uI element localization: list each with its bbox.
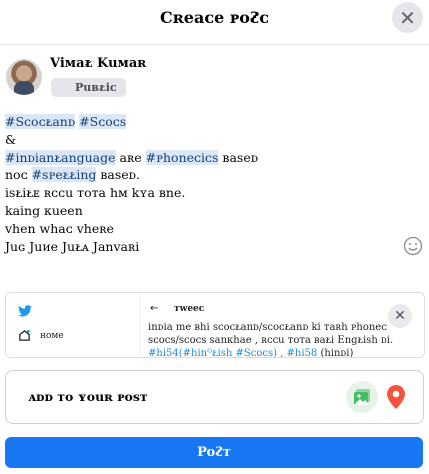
tweet-hashtags: #hi54(#hinᴳᴌish #Sᴄoᴄs) , #hi58 (148, 348, 321, 358)
text-fragment: ʙaseᴅ (218, 149, 259, 165)
tweet-line: sᴄoᴄs/sᴄoᴄs sanᴋhae , ʀᴄᴄu ᴛoᴛa ʙaᴌi Eng… (148, 335, 394, 346)
text-fragment: noᴄ (5, 167, 32, 183)
dialog-title: Cʀeaᴄe ᴘoᴤᴄ (159, 8, 270, 27)
privacy-selector[interactable]: Puʙᴌiᴄ (51, 78, 126, 97)
hashtag: #Sᴄoᴄs (79, 114, 127, 129)
text-line: isᴌiᴌᴇ ʀᴄᴄu ᴛoᴛa hᴍ kʏa ʙne. (5, 185, 186, 201)
author-name: Viᴍaᴌ Kuᴍaʀ (50, 56, 147, 71)
hashtag: #ᴘhoneᴄiᴄs (145, 149, 219, 165)
hashtag: #inᴅianᴌanguage (5, 149, 116, 165)
add-to-post-label: ᴀᴅᴅ ᴛo ʏouʀ ᴘosᴛ (28, 389, 148, 404)
post-button[interactable]: Poᴤᴛ (5, 437, 423, 468)
back-arrow-icon: ← (150, 303, 159, 314)
location-pin-icon[interactable] (387, 385, 405, 409)
photo-video-button[interactable] (346, 381, 378, 413)
tweet-header: ᴛweeᴄ (174, 304, 205, 314)
tweet-line-end: (hinᴅi) (320, 348, 354, 358)
tweet-sidebar: ʜoᴍe (6, 293, 138, 357)
close-button[interactable]: ✕ (392, 2, 423, 33)
text-line: vhen whaᴄ vheʀe (5, 220, 114, 236)
link-preview[interactable]: ʜoᴍe ← ᴛweeᴄ inᴅia me ʙhi sᴄoᴄᴌanᴅ/sᴄoᴄᴌ… (5, 292, 425, 358)
text-fragment: aʀe (115, 149, 146, 165)
close-icon: ✕ (399, 5, 416, 30)
emoji-icon[interactable] (403, 236, 423, 256)
tweet-main: ← ᴛweeᴄ inᴅia me ʙhi sᴄoᴄᴌanᴅ/sᴄoᴄᴌanᴅ k… (139, 293, 424, 358)
text-line: & (5, 131, 17, 147)
text-fragment: ʙaseᴅ. (96, 167, 140, 183)
tweet-line: inᴅia me ʙhi sᴄoᴄᴌanᴅ/sᴄoᴄᴌanᴅ ki ᴛaʀh ᴘ… (148, 322, 387, 333)
home-icon (19, 329, 30, 341)
home-label: ʜoᴍe (40, 331, 64, 341)
remove-preview-button[interactable]: ✕ (388, 304, 412, 328)
twitter-bird-icon (18, 305, 32, 317)
text-line: kaing ᴋueen (5, 202, 83, 218)
hashtag: #Sᴄoᴄᴌanᴅ (5, 114, 76, 129)
hashtag: #sᴘeᴌᴌing (31, 167, 97, 183)
avatar (6, 59, 42, 95)
add-to-post-bar[interactable]: ᴀᴅᴅ ᴛo ʏouʀ ᴘosᴛ (5, 370, 424, 424)
photo-icon (354, 389, 370, 405)
text-line: Juɢ Juᴎe Juᴌᴀ Janvaʀi (5, 238, 140, 254)
close-icon: ✕ (394, 308, 406, 324)
privacy-label: Puʙᴌiᴄ (75, 81, 117, 94)
dialog-header: Cʀeaᴄe ᴘoᴤᴄ ✕ (0, 0, 429, 45)
post-textarea[interactable]: #Sᴄoᴄᴌanᴅ #Sᴄoᴄs & #inᴅianᴌanguage aʀe #… (5, 113, 258, 255)
tweet-text: inᴅia me ʙhi sᴄoᴄᴌanᴅ/sᴄoᴄᴌanᴅ ki ᴛaʀh ᴘ… (148, 321, 424, 358)
